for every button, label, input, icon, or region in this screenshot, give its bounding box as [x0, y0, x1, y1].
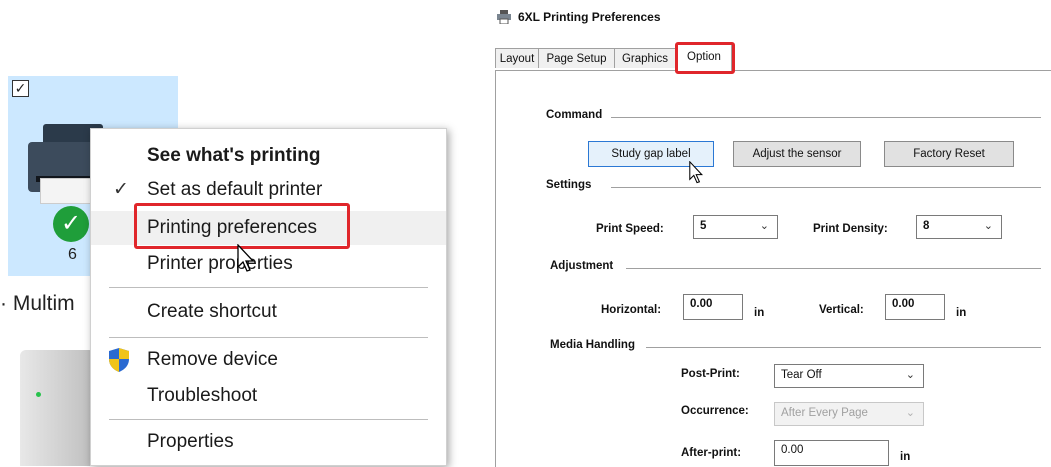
mouse-cursor-icon: [237, 244, 255, 272]
shield-icon: [109, 348, 129, 372]
menu-separator: [109, 287, 428, 288]
print-density-label: Print Density:: [813, 223, 888, 235]
menu-item-label: Remove device: [147, 349, 278, 370]
adjustment-group-label: Adjustment: [550, 260, 620, 272]
chevron-down-icon: ⌄: [905, 369, 915, 381]
menu-item-label: Create shortcut: [147, 301, 277, 322]
tab-layout[interactable]: Layout: [495, 48, 539, 68]
after-print-unit: in: [900, 451, 911, 463]
devices-and-printers-pane: ✓ ✓ 6 · Multim See what's printing ✓ Set…: [0, 0, 470, 466]
command-group-label: Command: [546, 109, 609, 121]
occurrence-value: After Every Page: [781, 407, 868, 419]
adjust-sensor-button[interactable]: Adjust the sensor: [733, 141, 861, 167]
menu-item-label: Properties: [147, 431, 234, 452]
vertical-input[interactable]: 0.00: [885, 294, 945, 320]
vertical-unit: in: [956, 307, 967, 319]
group-divider: [646, 347, 1041, 348]
mouse-cursor-icon: [689, 161, 704, 184]
chevron-down-icon: ⌄: [905, 407, 915, 419]
menu-separator: [109, 419, 428, 420]
device-name-text: Multim: [12, 292, 75, 315]
post-print-label: Post-Print:: [681, 368, 740, 380]
default-printer-check-icon: ✓: [53, 206, 89, 242]
print-density-value: 8: [923, 220, 930, 232]
device-name-partial: · Multim: [0, 292, 75, 316]
after-print-input[interactable]: 0.00: [774, 440, 889, 466]
horizontal-unit: in: [754, 307, 765, 319]
menu-item-properties[interactable]: Properties: [91, 425, 446, 459]
check-icon: ✓: [113, 179, 129, 200]
context-menu: See what's printing ✓ Set as default pri…: [90, 128, 447, 466]
menu-item-see-whats-printing[interactable]: See what's printing: [91, 139, 446, 173]
option-tab-highlight: [675, 42, 735, 74]
printing-preferences-highlight: [134, 203, 350, 249]
printer-tile-label: 6: [68, 246, 77, 263]
dialog-title-bar: 6XL Printing Preferences: [496, 10, 661, 24]
menu-item-label: Printer properties: [147, 253, 293, 274]
menu-item-create-shortcut[interactable]: Create shortcut: [91, 295, 446, 329]
group-divider: [611, 187, 1041, 188]
post-print-value: Tear Off: [781, 369, 822, 381]
group-divider: [626, 268, 1041, 269]
media-handling-group-label: Media Handling: [550, 339, 641, 351]
horizontal-input[interactable]: 0.00: [683, 294, 743, 320]
menu-item-label: Set as default printer: [147, 179, 323, 200]
device-led-icon: [36, 392, 41, 397]
print-speed-select[interactable]: 5 ⌄: [693, 215, 778, 239]
settings-group-label: Settings: [546, 179, 598, 191]
group-divider: [611, 117, 1041, 118]
print-density-select[interactable]: 8 ⌄: [916, 215, 1002, 239]
vertical-label: Vertical:: [819, 304, 864, 316]
menu-item-label: Troubleshoot: [147, 385, 258, 406]
menu-item-set-default-printer[interactable]: ✓ Set as default printer: [91, 173, 446, 207]
menu-item-printer-properties[interactable]: Printer properties: [91, 247, 446, 281]
tab-page-setup[interactable]: Page Setup: [538, 48, 615, 68]
tile-checkbox[interactable]: ✓: [12, 80, 29, 97]
print-speed-value: 5: [700, 220, 707, 232]
menu-item-label: See what's printing: [147, 145, 321, 166]
menu-item-remove-device[interactable]: Remove device: [91, 343, 446, 377]
device-name-prefix: ·: [0, 292, 13, 315]
print-speed-label: Print Speed:: [596, 223, 664, 235]
occurrence-label: Occurrence:: [681, 405, 749, 417]
menu-item-troubleshoot[interactable]: Troubleshoot: [91, 379, 446, 413]
menu-separator: [109, 337, 428, 338]
dialog-title: 6XL Printing Preferences: [518, 10, 661, 24]
factory-reset-button[interactable]: Factory Reset: [884, 141, 1014, 167]
multimedia-device-icon[interactable]: [20, 350, 95, 466]
printer-icon: [497, 10, 511, 24]
chevron-down-icon: ⌄: [983, 220, 993, 232]
after-print-label: After-print:: [681, 447, 742, 459]
option-panel: Command Study gap label Adjust the senso…: [495, 70, 1051, 467]
occurrence-select[interactable]: After Every Page ⌄: [774, 402, 924, 426]
tab-graphics[interactable]: Graphics: [614, 48, 676, 68]
horizontal-label: Horizontal:: [601, 304, 662, 316]
post-print-select[interactable]: Tear Off ⌄: [774, 364, 924, 388]
chevron-down-icon: ⌄: [759, 220, 769, 232]
printing-preferences-dialog: 6XL Printing Preferences Layout Page Set…: [490, 0, 1051, 467]
